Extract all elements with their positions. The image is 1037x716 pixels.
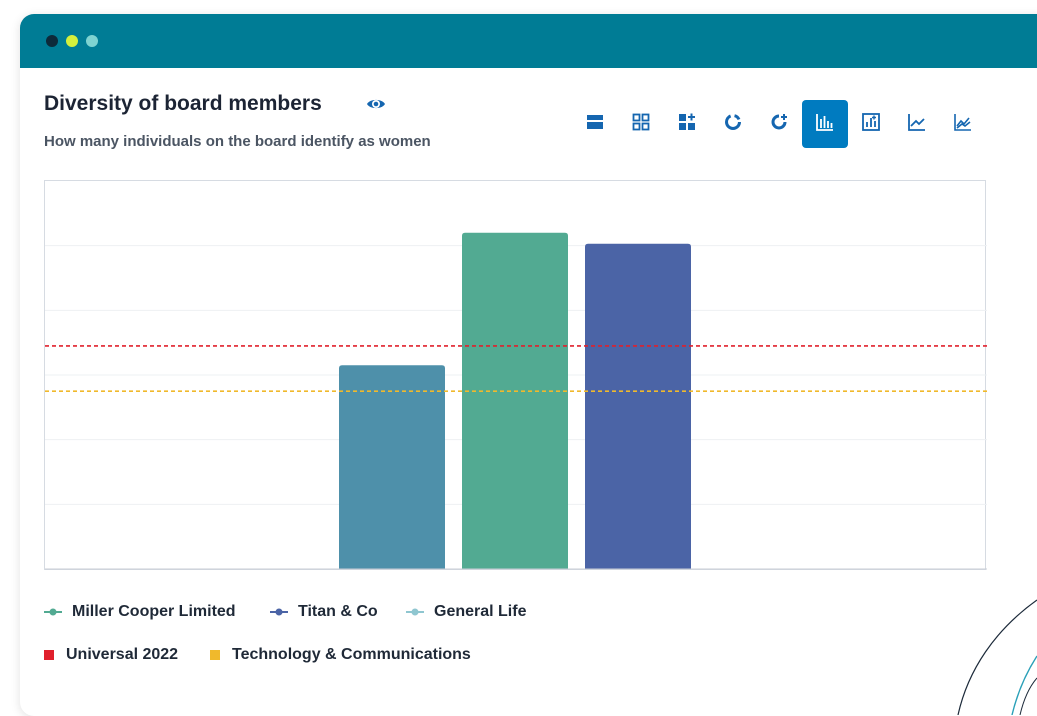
chart-bar[interactable] [585,243,691,569]
chart-bar[interactable] [462,232,568,569]
line-chart-icon [907,112,927,137]
donut-chart-icon [723,112,743,137]
legend-label: Technology & Communications [232,646,471,663]
legend-item-technology-communications[interactable]: Technology & Communications [210,645,471,665]
legend-label: General Life [434,603,527,620]
eye-icon[interactable] [366,96,386,112]
chart-bar[interactable] [339,365,445,569]
bar-chart [44,180,987,570]
donut-chart-view-button[interactable] [710,100,756,148]
legend-item-miller-cooper[interactable]: Miller Cooper Limited [44,602,236,622]
legend-item-general-life[interactable]: General Life [406,602,526,622]
legend-label: Universal 2022 [66,646,179,663]
legend-item-universal-2022[interactable]: Universal 2022 [44,645,178,665]
grid-view-button[interactable] [618,100,664,148]
line-chart-view-button[interactable] [894,100,940,148]
window-titlebar [20,14,1037,68]
donut-add-icon [769,112,789,137]
window-dot-dark[interactable] [46,35,58,47]
single-panel-view-button[interactable] [572,100,618,148]
widget-title: Diversity of board members [44,92,322,115]
line-dot-marker [44,608,62,616]
widget-subtitle: How many individuals on the board identi… [44,133,431,150]
window-dot-lime[interactable] [66,35,78,47]
bar-chart-add-view-button[interactable] [848,100,894,148]
bar-chart-canvas [45,232,987,570]
grid-add-view-button[interactable] [664,100,710,148]
grid-icon [631,112,651,137]
legend-label: Miller Cooper Limited [72,603,236,620]
bar-chart-view-button[interactable] [802,100,848,148]
decorative-curve-lines [957,599,1037,715]
square-marker [44,650,54,660]
donut-add-view-button[interactable] [756,100,802,148]
legend-label: Titan & Co [298,603,378,620]
window-dot-teal[interactable] [86,35,98,47]
square-marker [210,650,220,660]
bar-chart-icon [815,112,835,137]
line-dot-marker [406,608,424,616]
line-chart-multi-icon [953,112,973,137]
legend-item-titan[interactable]: Titan & Co [270,602,378,622]
line-chart-multi-view-button[interactable] [940,100,986,148]
line-dot-marker [270,608,288,616]
single-panel-icon [585,112,605,137]
grid-add-icon [677,112,697,137]
bar-chart-add-icon [861,112,881,137]
